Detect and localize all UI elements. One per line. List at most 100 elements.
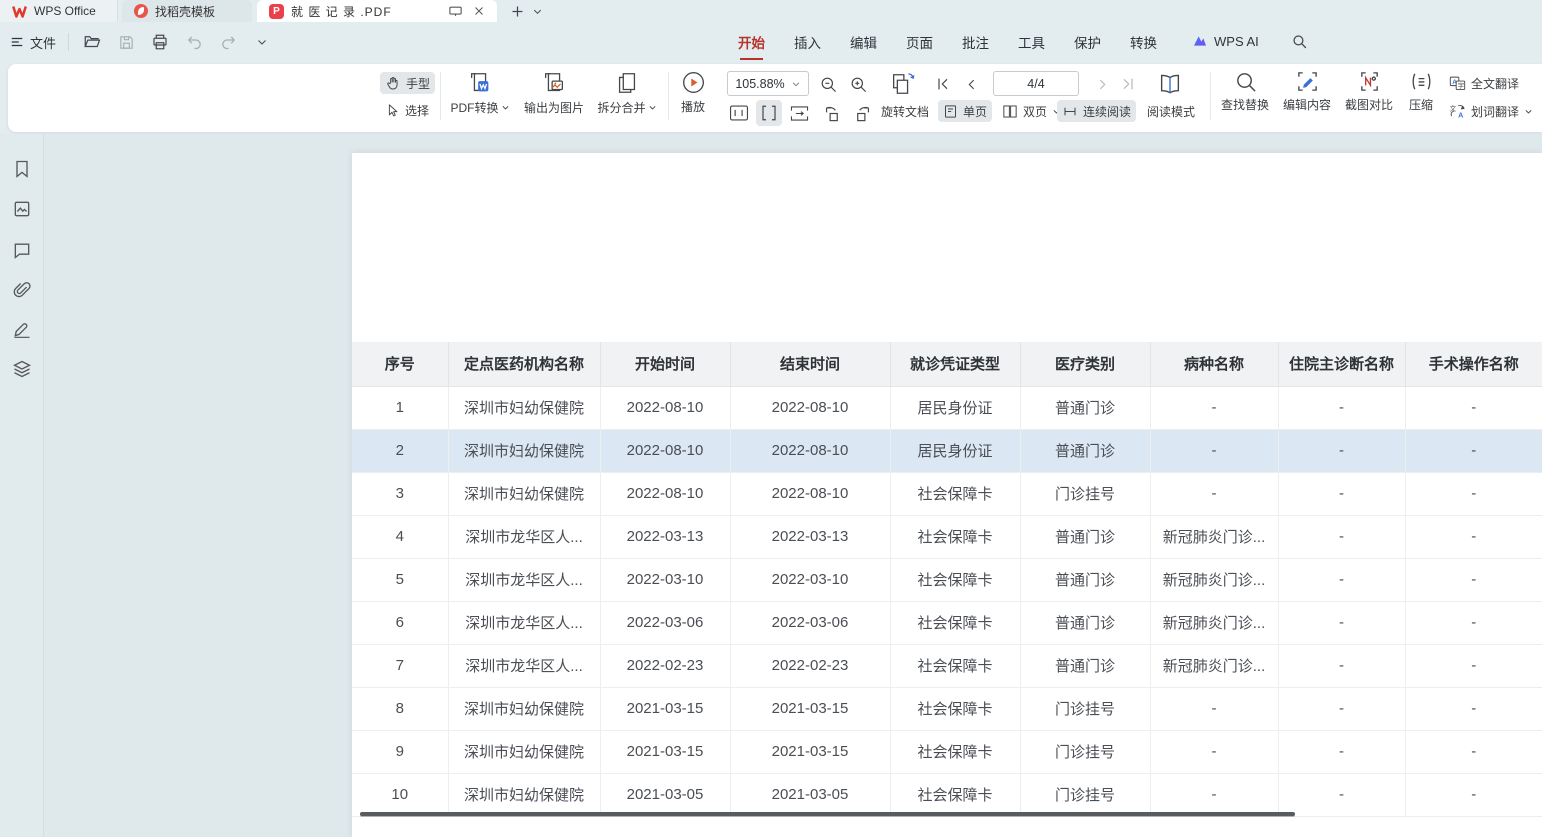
zoom-out-button[interactable] bbox=[815, 71, 841, 97]
split-merge-button[interactable]: 拆分合并 bbox=[594, 70, 660, 116]
horizontal-scrollbar-thumb[interactable] bbox=[360, 812, 1295, 816]
next-page-button[interactable] bbox=[1089, 71, 1115, 97]
page-number-input[interactable]: 4/4 bbox=[993, 71, 1079, 96]
table-cell: - bbox=[1150, 773, 1278, 816]
tab-document-active[interactable]: P 就 医 记 录 .PDF bbox=[257, 0, 497, 22]
table-cell: 社会保障卡 bbox=[890, 687, 1020, 730]
undo-icon bbox=[186, 34, 203, 51]
last-page-button[interactable] bbox=[1115, 71, 1141, 97]
menu-tab-6[interactable]: 保护 bbox=[1074, 32, 1101, 54]
screenshot-compare-button[interactable]: 截图对比 bbox=[1340, 70, 1398, 113]
word-translate-button[interactable]: 文A 划词翻译 bbox=[1444, 100, 1538, 122]
table-cell: - bbox=[1278, 558, 1405, 601]
undo-button[interactable] bbox=[183, 31, 205, 53]
print-button[interactable] bbox=[149, 31, 171, 53]
continuous-read-label: 连续阅读 bbox=[1083, 103, 1131, 120]
export-image-button[interactable]: 输出为图片 bbox=[517, 70, 591, 116]
menu-tab-4[interactable]: 批注 bbox=[962, 32, 989, 54]
screenshot-compare-icon bbox=[1358, 70, 1381, 93]
hamburger-icon bbox=[10, 36, 24, 48]
tab-wps-office[interactable]: WPS Office bbox=[0, 0, 118, 22]
table-cell: 社会保障卡 bbox=[890, 730, 1020, 773]
close-tab-icon[interactable] bbox=[473, 5, 485, 17]
new-tab-button[interactable] bbox=[507, 1, 527, 21]
signature-panel-button[interactable] bbox=[12, 319, 32, 339]
quickbar-more-button[interactable] bbox=[251, 31, 273, 53]
menu-tab-2[interactable]: 编辑 bbox=[850, 32, 877, 54]
continuous-read-button[interactable]: 连续阅读 bbox=[1057, 100, 1136, 122]
tab-list-chevron[interactable] bbox=[527, 1, 547, 21]
table-header-cell: 住院主诊断名称 bbox=[1278, 342, 1405, 386]
screenshot-compare-label: 截图对比 bbox=[1345, 96, 1393, 113]
rotate-doc-button[interactable]: 旋转文档 bbox=[876, 100, 934, 122]
thumbnail-panel-button[interactable] bbox=[12, 199, 32, 219]
edit-content-label: 编辑内容 bbox=[1283, 96, 1331, 113]
bookmark-panel-button[interactable] bbox=[12, 159, 32, 179]
read-mode-icon-button[interactable] bbox=[1155, 69, 1185, 99]
save-button[interactable] bbox=[115, 31, 137, 53]
table-cell: 深圳市妇幼保健院 bbox=[448, 472, 600, 515]
fit-width-button[interactable] bbox=[756, 100, 782, 126]
attachment-icon bbox=[12, 280, 32, 300]
select-tool-label: 选择 bbox=[405, 102, 429, 119]
menu-search-button[interactable] bbox=[1289, 30, 1311, 52]
ribbon-toolbar: 手型 选择 PDF转换 输出为图片 拆分合并 播放 bbox=[0, 62, 1542, 134]
read-mode-button[interactable]: 阅读模式 bbox=[1142, 100, 1200, 122]
table-cell: - bbox=[1278, 386, 1405, 429]
play-button[interactable]: 播放 bbox=[663, 70, 723, 115]
comment-panel-button[interactable] bbox=[12, 240, 32, 260]
prev-page-button[interactable] bbox=[958, 71, 984, 97]
rotate-right-button[interactable] bbox=[849, 100, 875, 126]
menu-tab-1[interactable]: 插入 bbox=[794, 32, 821, 54]
word-translate-icon: 文A bbox=[1449, 103, 1466, 119]
file-menu-button[interactable]: 文件 bbox=[10, 33, 56, 52]
first-page-button[interactable] bbox=[930, 71, 956, 97]
single-page-button[interactable]: 单页 bbox=[938, 100, 992, 122]
plus-icon bbox=[510, 4, 525, 19]
table-cell: 2021-03-15 bbox=[600, 730, 730, 773]
continuous-read-icon bbox=[1062, 104, 1078, 119]
double-page-button[interactable]: 双页 bbox=[997, 100, 1066, 122]
word-translate-label: 划词翻译 bbox=[1471, 103, 1519, 120]
table-cell: 2022-08-10 bbox=[730, 386, 890, 429]
find-replace-button[interactable]: 查找替换 bbox=[1216, 70, 1274, 113]
edit-content-button[interactable]: 编辑内容 bbox=[1278, 70, 1336, 113]
attachment-panel-button[interactable] bbox=[12, 280, 32, 300]
table-cell: - bbox=[1278, 472, 1405, 515]
table-cell: - bbox=[1405, 515, 1542, 558]
table-header-cell: 就诊凭证类型 bbox=[890, 342, 1020, 386]
table-row: 4深圳市龙华区人...2022-03-132022-03-13社会保障卡普通门诊… bbox=[352, 515, 1542, 558]
redo-button[interactable] bbox=[217, 31, 239, 53]
fit-width-icon bbox=[760, 104, 778, 122]
table-cell: 门诊挂号 bbox=[1020, 687, 1150, 730]
table-cell: 2022-03-06 bbox=[600, 601, 730, 644]
menu-tab-0[interactable]: 开始 bbox=[738, 32, 765, 54]
layers-panel-button[interactable] bbox=[12, 359, 32, 379]
table-cell: 2022-08-10 bbox=[600, 472, 730, 515]
rotate-left-button[interactable] bbox=[819, 100, 845, 126]
zoom-out-icon bbox=[819, 75, 838, 94]
zoom-level-select[interactable]: 105.88% bbox=[727, 71, 809, 96]
actual-size-button[interactable] bbox=[726, 100, 752, 126]
fulltext-translate-button[interactable]: A字 全文翻译 bbox=[1444, 72, 1524, 94]
rotate-doc-icon-button[interactable] bbox=[886, 69, 918, 99]
menu-tab-5[interactable]: 工具 bbox=[1018, 32, 1045, 54]
menu-tab-7[interactable]: 转换 bbox=[1130, 32, 1157, 54]
tab-docer[interactable]: 找稻壳模板 bbox=[122, 0, 252, 22]
table-cell: 2022-02-23 bbox=[730, 644, 890, 687]
hand-tool-button[interactable]: 手型 bbox=[380, 72, 435, 94]
table-cell: 普通门诊 bbox=[1020, 429, 1150, 472]
zoom-in-button[interactable] bbox=[845, 71, 871, 97]
thumbnail-icon bbox=[12, 199, 32, 219]
open-file-button[interactable] bbox=[81, 31, 103, 53]
page-indicator: 4/4 bbox=[1027, 77, 1044, 91]
select-tool-button[interactable]: 选择 bbox=[380, 99, 434, 121]
fulltext-translate-label: 全文翻译 bbox=[1471, 75, 1519, 92]
monitor-icon[interactable] bbox=[448, 5, 463, 18]
table-cell: 普通门诊 bbox=[1020, 386, 1150, 429]
pdf-convert-button[interactable]: PDF转换 bbox=[447, 70, 513, 116]
menu-tab-3[interactable]: 页面 bbox=[906, 32, 933, 54]
wps-ai-button[interactable]: WPS AI bbox=[1192, 34, 1259, 49]
fit-page-button[interactable] bbox=[786, 100, 812, 126]
compress-button[interactable]: 压缩 bbox=[1401, 70, 1441, 113]
